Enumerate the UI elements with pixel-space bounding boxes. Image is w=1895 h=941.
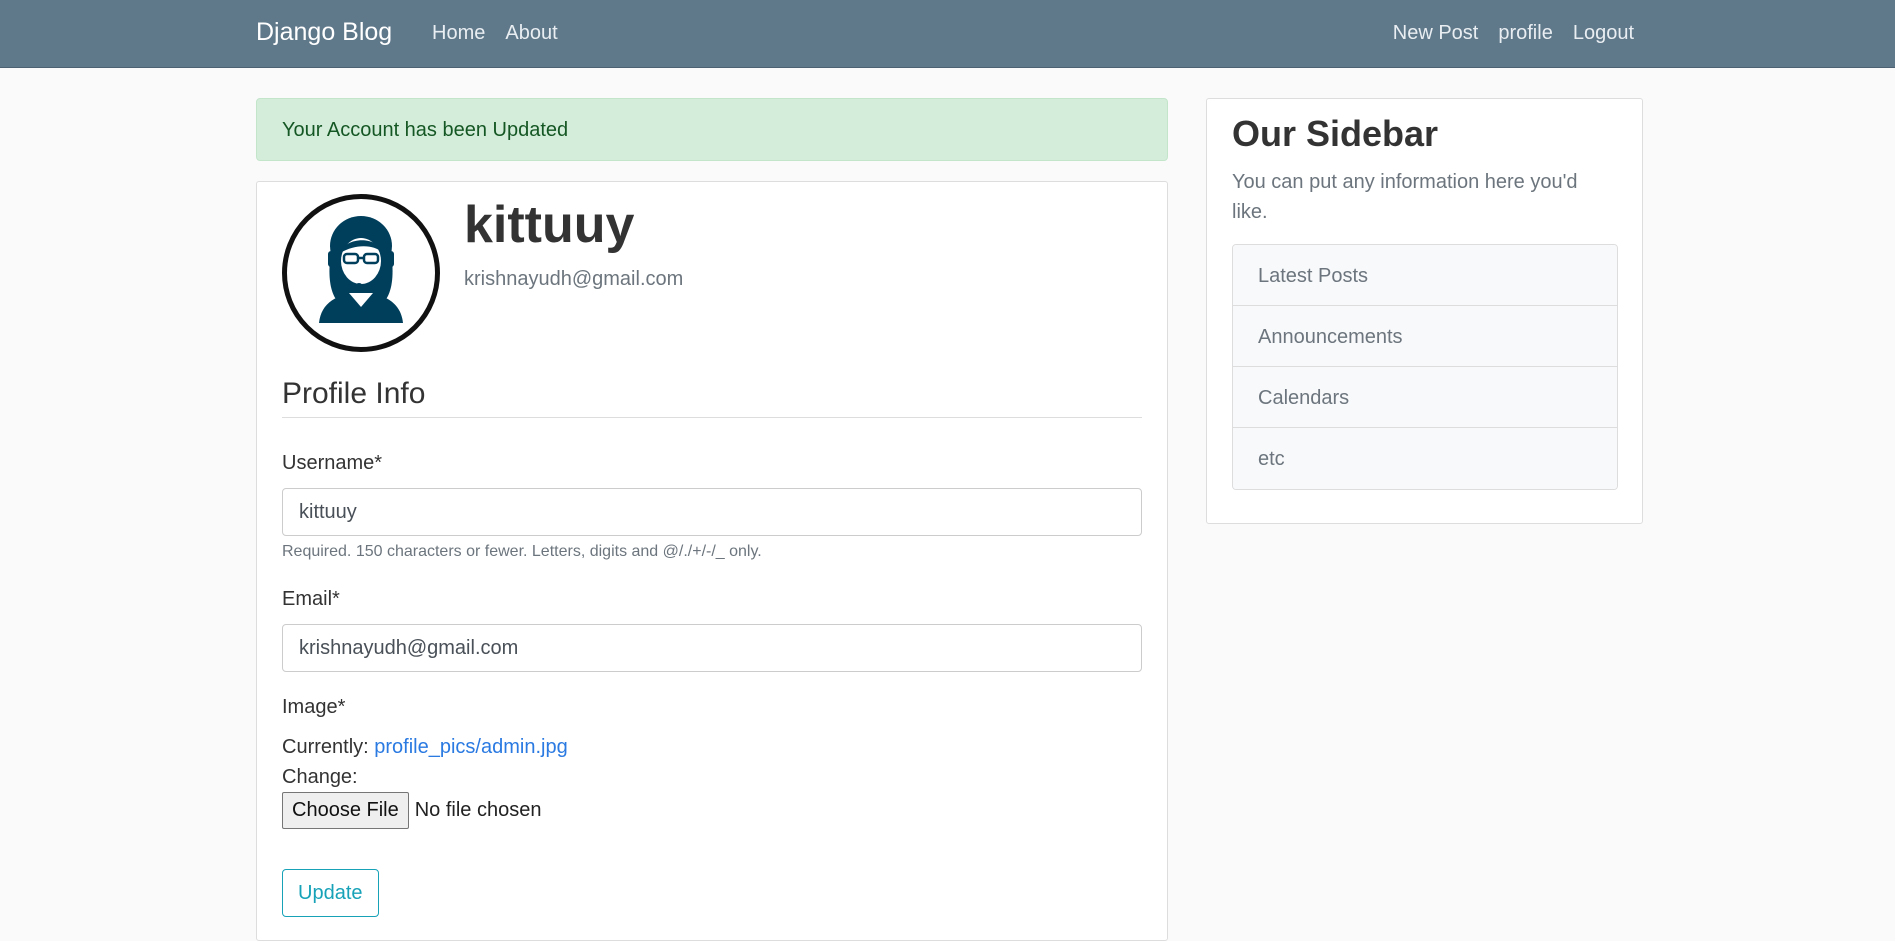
sidebar-item-etc[interactable]: etc [1233, 428, 1617, 489]
nav-link-new-post[interactable]: New Post [1393, 22, 1479, 45]
file-status-text: No file chosen [414, 799, 542, 821]
sidebar-description: You can put any information here you'd l… [1232, 171, 1578, 223]
profile-card: ADMIN kittuuy krishnayudh@gmail.com Prof… [256, 181, 1168, 941]
navbar: Django Blog Home About New Post profile … [0, 0, 1895, 68]
current-image-link[interactable]: profile_pics/admin.jpg [374, 736, 567, 758]
form-legend: Profile Info [282, 377, 1142, 418]
sidebar: Our Sidebar You can put any information … [1206, 98, 1643, 524]
username-help-text: Required. 150 characters or fewer. Lette… [282, 543, 762, 560]
sidebar-list: Latest Posts Announcements Calendars etc [1232, 244, 1618, 490]
nav-right: New Post profile Logout [1393, 22, 1634, 45]
nav-left: Home About [432, 22, 558, 45]
admin-avatar-icon: ADMIN [319, 216, 403, 324]
email-input[interactable] [282, 624, 1142, 672]
sidebar-item-latest-posts[interactable]: Latest Posts [1233, 245, 1617, 306]
image-label: Image* [282, 696, 346, 718]
sidebar-title: Our Sidebar [1232, 113, 1439, 154]
email-label: Email* [282, 588, 340, 610]
choose-file-button[interactable]: Choose File [282, 792, 409, 829]
nav-link-home[interactable]: Home [432, 22, 485, 45]
sidebar-item-calendars[interactable]: Calendars [1233, 367, 1617, 428]
change-label: Change: [282, 766, 358, 788]
brand-link[interactable]: Django Blog [256, 18, 392, 47]
avatar-label: ADMIN [336, 307, 385, 324]
nav-link-profile[interactable]: profile [1498, 22, 1552, 45]
account-username: kittuuy [464, 196, 635, 254]
avatar: ADMIN [282, 194, 440, 352]
update-button[interactable]: Update [282, 869, 379, 917]
username-label: Username* [282, 452, 383, 474]
file-input-row: Choose File No file chosen [282, 792, 541, 829]
current-image-row: Currently: profile_pics/admin.jpg [282, 736, 568, 759]
nav-link-about[interactable]: About [505, 22, 557, 45]
currently-label: Currently: [282, 736, 369, 758]
success-alert: Your Account has been Updated [256, 98, 1168, 161]
username-input[interactable] [282, 488, 1142, 536]
sidebar-item-announcements[interactable]: Announcements [1233, 306, 1617, 367]
nav-link-logout[interactable]: Logout [1573, 22, 1634, 45]
account-email: krishnayudh@gmail.com [464, 268, 684, 290]
